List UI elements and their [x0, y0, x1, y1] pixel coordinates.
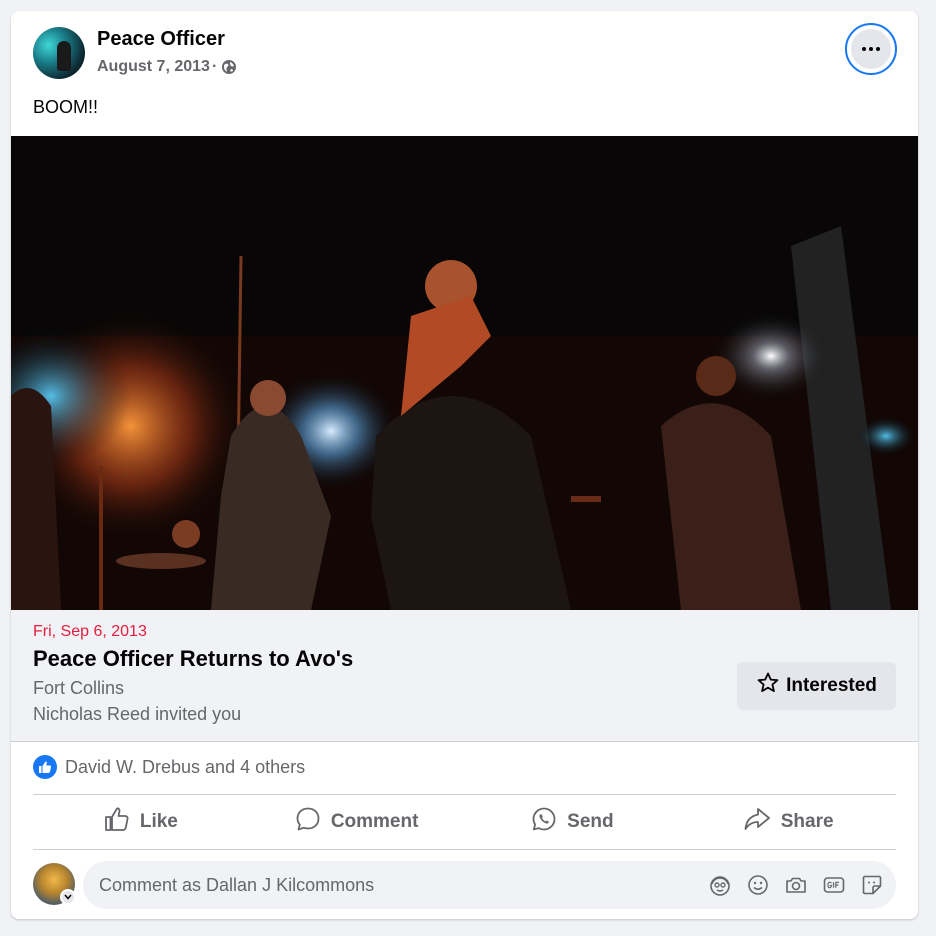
- globe-icon[interactable]: [221, 59, 237, 75]
- post-date[interactable]: August 7, 2013: [97, 58, 210, 76]
- share-arrow-icon: [743, 806, 771, 838]
- event-date: Fri, Sep 6, 2013: [33, 623, 147, 640]
- event-cover-photo[interactable]: [11, 136, 918, 610]
- more-dot-icon: [876, 47, 880, 51]
- emoji-icon[interactable]: [746, 873, 770, 897]
- whatsapp-icon: [531, 806, 557, 838]
- gif-icon[interactable]: [822, 873, 846, 897]
- like-button[interactable]: Like: [33, 795, 249, 849]
- more-dot-icon: [869, 47, 873, 51]
- reactions-text[interactable]: David W. Drebus and 4 others: [65, 757, 305, 778]
- post-header: Peace Officer August 7, 2013 ·: [11, 11, 918, 101]
- author-name[interactable]: Peace Officer: [97, 28, 225, 51]
- event-details[interactable]: Fri, Sep 6, 2013 Peace Officer Returns t…: [11, 610, 918, 742]
- interested-button[interactable]: Interested: [737, 662, 896, 710]
- chevron-down-icon[interactable]: [60, 889, 76, 905]
- comment-label: Comment: [330, 811, 419, 832]
- comment-composer: Comment as Dallan J Kilcommons: [33, 861, 896, 909]
- star-icon: [756, 671, 780, 701]
- event-title[interactable]: Peace Officer Returns to Avo's: [33, 646, 353, 672]
- reactions-summary[interactable]: David W. Drebus and 4 others: [33, 755, 305, 779]
- interested-label: Interested: [786, 675, 877, 696]
- comment-bubble-icon: [295, 806, 321, 838]
- comment-button[interactable]: Comment: [249, 795, 465, 849]
- divider: [33, 849, 896, 850]
- post-text: BOOM!!: [33, 97, 99, 117]
- comment-input[interactable]: Comment as Dallan J Kilcommons: [83, 861, 896, 909]
- share-button[interactable]: Share: [680, 795, 896, 849]
- like-reaction-icon: [33, 755, 57, 779]
- comment-tools: [708, 873, 884, 897]
- action-bar: Like Comment Send Share: [33, 795, 896, 849]
- event-location: Fort Collins: [33, 678, 125, 698]
- send-label: Send: [567, 811, 614, 832]
- post-card: Peace Officer August 7, 2013 · BOOM!! Fr…: [11, 11, 918, 919]
- like-label: Like: [139, 811, 178, 832]
- send-button[interactable]: Send: [465, 795, 681, 849]
- event-invite-text: Nicholas Reed invited you: [33, 704, 242, 724]
- comment-placeholder: Comment as Dallan J Kilcommons: [99, 874, 375, 895]
- camera-icon[interactable]: [784, 873, 808, 897]
- avatar-sticker-icon[interactable]: [708, 873, 732, 897]
- thumbs-up-icon: [104, 806, 130, 838]
- share-label: Share: [780, 811, 834, 832]
- date-separator: ·: [211, 58, 218, 75]
- sticker-icon[interactable]: [860, 873, 884, 897]
- more-dot-icon: [862, 47, 866, 51]
- more-options-button[interactable]: [845, 23, 897, 75]
- post-meta: August 7, 2013 ·: [97, 58, 237, 76]
- author-avatar[interactable]: [33, 27, 85, 79]
